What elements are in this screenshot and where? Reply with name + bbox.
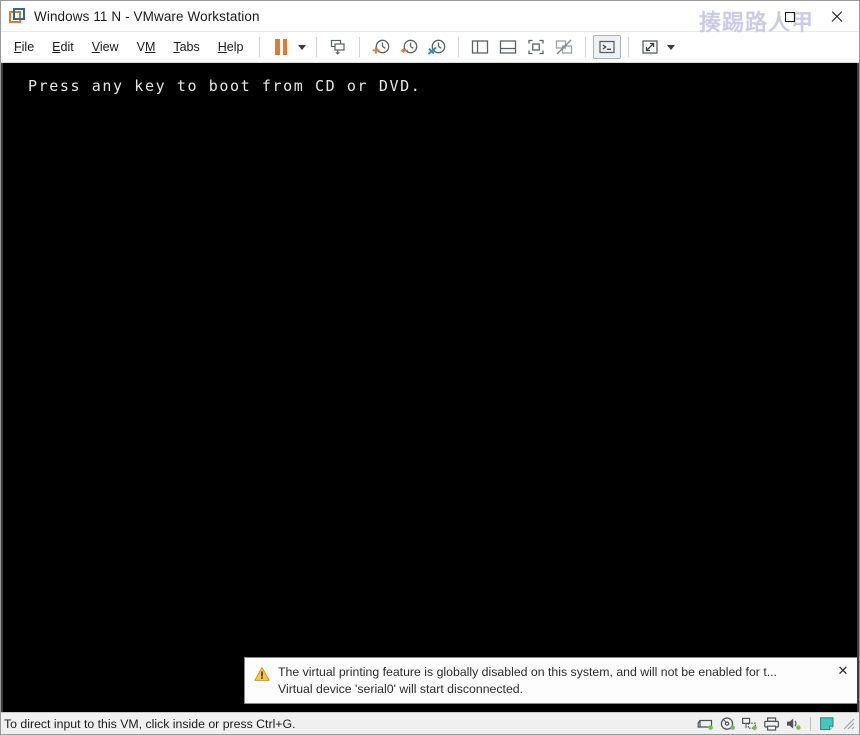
maximize-icon: [785, 11, 795, 22]
notification-line-1: The virtual printing feature is globally…: [278, 665, 777, 679]
vmware-workstation-window: Windows 11 N - VMware Workstation 揍踢路人甲 …: [0, 0, 860, 735]
close-icon: [830, 10, 843, 23]
toolbar-separator: [359, 37, 361, 57]
menu-file[interactable]: File: [5, 36, 43, 58]
snapshot-add-icon: [373, 39, 390, 54]
status-message: To direct input to this VM, click inside…: [4, 716, 296, 731]
panel-bottom-icon: [500, 40, 517, 54]
fullscreen-icon: [528, 39, 545, 55]
vmware-logo-icon: [9, 7, 26, 25]
status-device-icons: [696, 713, 855, 735]
window-title: Windows 11 N - VMware Workstation: [34, 8, 260, 24]
show-thumbnails-button[interactable]: [494, 35, 522, 59]
menu-vm[interactable]: VM: [128, 36, 165, 58]
snapshot-manager-button[interactable]: [423, 35, 451, 59]
menu-toolbar: File Edit View VM Tabs Help: [1, 32, 859, 63]
status-separator: [810, 717, 811, 731]
console-icon: [599, 40, 616, 54]
chevron-down-icon: [298, 44, 307, 50]
menu-tabs[interactable]: Tabs: [164, 36, 208, 58]
notification-close-button[interactable]: ✕: [836, 664, 850, 679]
title-bar: Windows 11 N - VMware Workstation 揍踢路人甲: [1, 1, 859, 36]
suspend-dropdown[interactable]: [295, 35, 309, 59]
toolbar-separator: [628, 37, 630, 57]
cd-dvd-icon[interactable]: [718, 714, 738, 734]
take-snapshot-button[interactable]: [367, 35, 395, 59]
printer-icon[interactable]: [762, 714, 782, 734]
menu-help[interactable]: Help: [209, 36, 253, 58]
menu-view[interactable]: View: [83, 36, 128, 58]
console-view-button[interactable]: [593, 35, 622, 59]
hard-disk-icon[interactable]: [696, 714, 716, 734]
toolbar-separator: [585, 37, 587, 57]
vm-console-screen[interactable]: Press any key to boot from CD or DVD. Th…: [1, 63, 859, 712]
stretch-guest-button[interactable]: [636, 35, 664, 59]
status-bar: To direct input to this VM, click inside…: [1, 712, 859, 734]
network-adapter-icon[interactable]: [740, 714, 760, 734]
chevron-down-icon: [667, 44, 676, 50]
suspend-button[interactable]: [267, 35, 295, 59]
revert-snapshot-button[interactable]: [395, 35, 423, 59]
close-button[interactable]: [813, 1, 859, 32]
notification-text: The virtual printing feature is globally…: [278, 664, 830, 697]
snapshot-manager-icon: [428, 39, 446, 55]
window-controls: [767, 1, 859, 32]
panel-left-icon: [472, 40, 489, 54]
maximize-button[interactable]: [767, 1, 813, 32]
menu-edit[interactable]: Edit: [43, 36, 83, 58]
unity-disabled-icon: [556, 39, 573, 55]
stretch-icon: [642, 40, 659, 54]
stretch-dropdown[interactable]: [664, 35, 678, 59]
notification-line-2: Virtual device 'serial0' will start disc…: [278, 681, 524, 696]
send-ctrl-alt-del-button[interactable]: [324, 35, 352, 59]
snapshot-revert-icon: [401, 39, 418, 54]
show-library-button[interactable]: [466, 35, 494, 59]
unity-button[interactable]: [550, 35, 578, 59]
sound-card-icon[interactable]: [784, 714, 804, 734]
notification-panel: The virtual printing feature is globally…: [244, 657, 857, 704]
send-key-icon: [331, 39, 346, 55]
toolbar-separator: [458, 37, 460, 57]
message-log-icon[interactable]: [817, 714, 837, 734]
warning-icon: [254, 666, 270, 682]
toolbar-separator: [259, 37, 261, 57]
vm-boot-message: Press any key to boot from CD or DVD.: [28, 77, 422, 95]
resize-grip-icon[interactable]: [841, 715, 855, 733]
pause-icon: [275, 39, 288, 55]
fullscreen-button[interactable]: [522, 35, 550, 59]
toolbar-separator: [316, 37, 318, 57]
